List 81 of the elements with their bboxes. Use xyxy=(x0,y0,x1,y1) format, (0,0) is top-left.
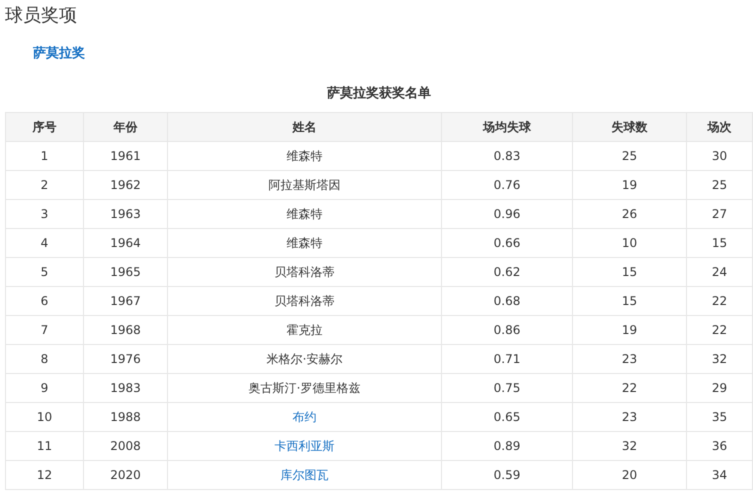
table-cell: 7 xyxy=(6,316,84,344)
table-cell: 阿拉基斯塔因 xyxy=(168,170,442,200)
table-cell: 0.86 xyxy=(442,316,572,344)
table-cell: 6 xyxy=(6,286,84,316)
table-cell: 0.66 xyxy=(442,228,572,258)
table-cell: 0.89 xyxy=(442,432,572,460)
table-cell: 20 xyxy=(572,460,686,490)
table-cell: 24 xyxy=(686,258,752,286)
table-cell: 1968 xyxy=(84,316,168,344)
table-cell: 27 xyxy=(686,200,752,228)
table-cell: 3 xyxy=(6,200,84,228)
table-cell: 15 xyxy=(686,228,752,258)
table-cell: 维森特 xyxy=(168,200,442,228)
table-cell: 1 xyxy=(6,142,84,170)
table-cell: 25 xyxy=(686,170,752,200)
table-cell: 22 xyxy=(572,374,686,402)
table-cell: 1963 xyxy=(84,200,168,228)
table-cell: 22 xyxy=(686,316,752,344)
table-cell: 贝塔科洛蒂 xyxy=(168,286,442,316)
table-cell: 32 xyxy=(572,432,686,460)
table-cell: 15 xyxy=(572,286,686,316)
table-cell: 1983 xyxy=(84,374,168,402)
table-cell: 12 xyxy=(6,460,84,490)
table-cell: 1961 xyxy=(84,142,168,170)
table-cell: 9 xyxy=(6,374,84,402)
table-cell: 2008 xyxy=(84,432,168,460)
table-cell: 维森特 xyxy=(168,228,442,258)
table-cell: 26 xyxy=(572,200,686,228)
table-cell: 34 xyxy=(686,460,752,490)
table-cell: 奥古斯汀·罗德里格兹 xyxy=(168,374,442,402)
column-header: 场均失球 xyxy=(442,112,572,142)
table-cell: 35 xyxy=(686,402,752,432)
table-cell: 19 xyxy=(572,316,686,344)
table-cell: 15 xyxy=(572,258,686,286)
table-cell: 0.62 xyxy=(442,258,572,286)
table-cell: 23 xyxy=(572,344,686,374)
table-cell: 霍克拉 xyxy=(168,316,442,344)
table-cell: 贝塔科洛蒂 xyxy=(168,258,442,286)
table-cell: 0.71 xyxy=(442,344,572,374)
table-cell: 1967 xyxy=(84,286,168,316)
table-cell: 25 xyxy=(572,142,686,170)
table-cell: 0.83 xyxy=(442,142,572,170)
table-cell: 1988 xyxy=(84,402,168,432)
table-cell: 36 xyxy=(686,432,752,460)
table-cell: 4 xyxy=(6,228,84,258)
table-cell: 23 xyxy=(572,402,686,432)
table-cell: 8 xyxy=(6,344,84,374)
table-cell: 19 xyxy=(572,170,686,200)
column-header: 失球数 xyxy=(572,112,686,142)
table-cell: 维森特 xyxy=(168,142,442,170)
column-header: 姓名 xyxy=(168,112,442,142)
table-cell: 10 xyxy=(6,402,84,432)
table-cell: 米格尔·安赫尔 xyxy=(168,344,442,374)
table-caption: 萨莫拉奖获奖名单 xyxy=(327,86,431,101)
table-cell: 0.76 xyxy=(442,170,572,200)
table-cell: 5 xyxy=(6,258,84,286)
table-cell: 1964 xyxy=(84,228,168,258)
table-cell: 10 xyxy=(572,228,686,258)
player-link[interactable]: 库尔图瓦 xyxy=(280,468,328,482)
column-header: 年份 xyxy=(84,112,168,142)
table-cell: 22 xyxy=(686,286,752,316)
column-header: 场次 xyxy=(686,112,752,142)
table-cell: 32 xyxy=(686,344,752,374)
player-link[interactable]: 布约 xyxy=(292,410,316,424)
table-cell: 2 xyxy=(6,170,84,200)
table-cell: 0.75 xyxy=(442,374,572,402)
table-cell: 30 xyxy=(686,142,752,170)
column-header: 序号 xyxy=(6,112,84,142)
table-cell: 1962 xyxy=(84,170,168,200)
table-cell: 0.65 xyxy=(442,402,572,432)
table-cell: 29 xyxy=(686,374,752,402)
page-title: 球员奖项 xyxy=(5,4,77,28)
section-link[interactable]: 萨莫拉奖 xyxy=(33,46,85,61)
player-link[interactable]: 卡西利亚斯 xyxy=(274,438,334,452)
table-cell: 1965 xyxy=(84,258,168,286)
table-cell: 0.96 xyxy=(442,200,572,228)
table-cell: 0.68 xyxy=(442,286,572,316)
table-cell: 1976 xyxy=(84,344,168,374)
table-cell: 0.59 xyxy=(442,460,572,490)
table-cell: 2020 xyxy=(84,460,168,490)
table-cell: 11 xyxy=(6,432,84,460)
